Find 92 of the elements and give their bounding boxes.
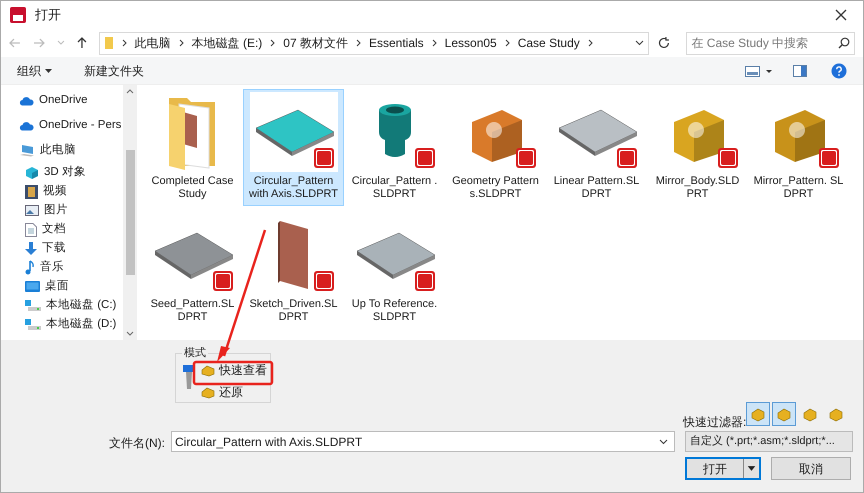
part-icon — [776, 406, 792, 422]
address-bar[interactable]: 此电脑 本地磁盘 (E:) 07 教材文件 Essentials Lesson05 Case Study — [98, 32, 649, 54]
cloud-icon — [19, 96, 34, 106]
part-icon — [201, 386, 215, 398]
file-type-badge-icon — [516, 148, 536, 168]
part-icon — [802, 406, 818, 422]
monitor-icon — [25, 281, 40, 292]
search-icon — [838, 37, 850, 49]
breadcrumb[interactable]: Case Study — [518, 34, 580, 52]
drive-icon — [25, 318, 41, 330]
organize-menu[interactable]: 组织 — [17, 62, 52, 80]
refresh-icon[interactable] — [656, 36, 670, 50]
filter-toggle[interactable] — [772, 402, 796, 426]
breadcrumb[interactable]: 此电脑 — [134, 34, 171, 52]
caret-icon — [45, 68, 52, 72]
file-type-badge-icon — [212, 271, 232, 291]
file-type-badge-icon — [314, 148, 334, 168]
file-type-badge-icon — [414, 148, 434, 168]
computer-icon — [19, 144, 35, 157]
file-type-dropdown[interactable]: 自定义 (*.prt;*.asm;*.sldprt;*... — [685, 431, 853, 452]
sidebar-item[interactable]: 视频 — [43, 182, 67, 200]
quick-filter-label: 快速过滤器: — [683, 414, 746, 431]
cube-icon — [25, 166, 39, 180]
sidebar-item[interactable]: 本地磁盘 (C:) — [46, 296, 116, 314]
close-icon[interactable] — [835, 9, 847, 21]
sidebar-item[interactable]: OneDrive - Pers — [39, 116, 122, 134]
cancel-button[interactable]: 取消 — [771, 457, 851, 480]
file-type-badge-icon — [616, 148, 636, 168]
file-item[interactable]: Sketch_Driven.SLDPRT — [243, 212, 344, 329]
preview-pane-icon[interactable] — [793, 64, 807, 76]
view-options-icon[interactable] — [745, 64, 773, 76]
file-item[interactable]: Circular_Pattern .SLDPRT — [344, 89, 445, 206]
sidebar-item[interactable]: OneDrive — [39, 92, 88, 110]
app-logo-icon — [9, 6, 27, 24]
sidebar-item[interactable]: 文档 — [42, 220, 66, 238]
breadcrumb[interactable]: 本地磁盘 (E:) — [192, 34, 262, 52]
film-icon — [25, 184, 38, 198]
sidebar-item[interactable]: 本地磁盘 (D:) — [46, 316, 116, 334]
breadcrumb[interactable]: Essentials — [368, 34, 424, 52]
down-arrow-icon — [25, 242, 37, 256]
file-type-badge-icon — [818, 148, 838, 168]
file-type-badge-icon — [314, 271, 334, 291]
file-type-badge-icon — [718, 148, 738, 168]
picture-icon — [25, 205, 39, 216]
pin-icon — [183, 365, 195, 389]
file-name-label: 文件名(N): — [109, 435, 165, 452]
scrollbar[interactable] — [123, 85, 137, 340]
breadcrumb[interactable]: Lesson05 — [444, 34, 497, 52]
open-button[interactable]: 打开 — [685, 457, 761, 480]
search-field[interactable]: 在 Case Study 中搜索 — [686, 32, 855, 54]
part-icon — [201, 364, 215, 376]
sidebar-item[interactable]: 图片 — [44, 202, 68, 220]
file-item[interactable]: Circular_Pattern with Axis.SLDPRT — [243, 89, 344, 206]
chevron-right-icon — [504, 39, 510, 47]
window-title: 打开 — [35, 6, 61, 24]
chevron-right-icon — [122, 39, 127, 47]
file-item[interactable]: Up To Reference.SLDPRT — [344, 212, 445, 329]
chevron-right-icon — [588, 39, 593, 47]
file-type-badge-icon — [414, 271, 434, 291]
sidebar-item[interactable]: 桌面 — [45, 278, 69, 296]
chevron-down-icon[interactable] — [634, 40, 644, 46]
file-item[interactable]: Completed Case Study — [142, 89, 243, 206]
sidebar-item[interactable]: 音乐 — [40, 258, 64, 276]
sidebar-item[interactable]: 此电脑 — [40, 142, 76, 160]
chevron-down-icon[interactable] — [659, 439, 668, 445]
file-item[interactable]: Linear Pattern.SLDPRT — [546, 89, 647, 206]
part-icon — [750, 406, 766, 422]
file-item[interactable]: Geometry Patterns.SLDPRT — [445, 89, 546, 206]
chevron-right-icon — [178, 39, 184, 47]
breadcrumb[interactable]: 07 教材文件 — [283, 34, 348, 52]
chevron-right-icon — [270, 39, 276, 47]
sidebar-item[interactable]: 3D 对象 — [44, 164, 86, 182]
drive-icon — [25, 300, 41, 312]
chevron-right-icon — [432, 39, 437, 47]
chevron-right-icon — [356, 39, 361, 47]
part-icon — [828, 406, 844, 422]
filter-toggle[interactable] — [746, 402, 770, 426]
file-item[interactable]: Mirror_Pattern. SLDPRT — [748, 89, 849, 206]
cloud-icon — [19, 120, 34, 130]
sidebar-item[interactable]: 下载 — [42, 240, 66, 258]
file-item[interactable]: Mirror_Body.SLDPRT — [647, 89, 748, 206]
help-icon[interactable] — [831, 62, 847, 78]
up-arrow-icon[interactable] — [76, 37, 87, 49]
file-item[interactable]: Seed_Pattern.SLDPRT — [142, 212, 243, 329]
music-note-icon — [25, 260, 35, 275]
mode-option[interactable]: 还原 — [201, 383, 267, 401]
new-folder-button[interactable]: 新建文件夹 — [84, 62, 144, 80]
chevron-up-icon[interactable] — [126, 89, 134, 94]
folder-icon — [104, 36, 114, 50]
mode-option[interactable]: 快速查看 — [201, 361, 267, 379]
document-icon — [25, 222, 37, 236]
file-name-field[interactable]: Circular_Pattern with Axis.SLDPRT — [171, 431, 675, 452]
